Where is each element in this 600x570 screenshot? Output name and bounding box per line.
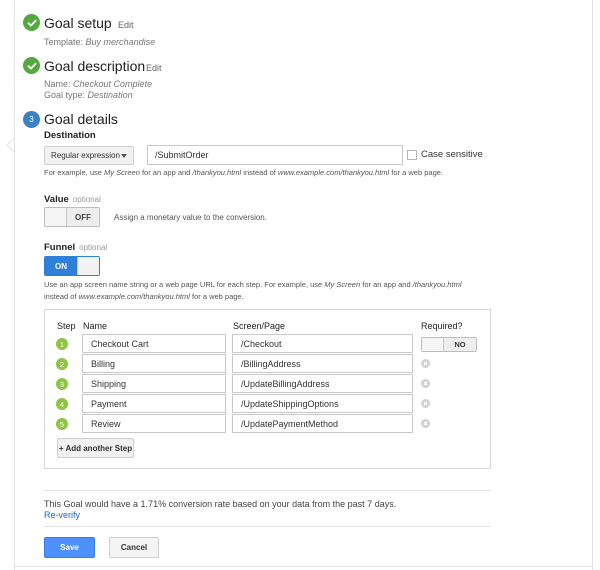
goal-type-label: Goal type: [44,90,86,100]
conversion-summary: This Goal would have a 1.71% conversion … [44,499,397,509]
goal-description-edit-link[interactable]: Edit [146,63,162,73]
funnel-label: Funnel optional [44,242,107,253]
required-toggle-label: NO [444,338,476,351]
goal-type-value: Destination [87,90,133,100]
toggle-knob [422,338,444,351]
match-type-dropdown[interactable]: Regular expression [44,146,134,165]
funnel-help-line1: Use an app screen name string or a web p… [44,280,461,289]
case-sensitive-checkbox[interactable] [407,150,417,160]
optional-tag: optional [79,243,108,252]
help-example: My Screen [324,280,361,289]
funnel-help-line2: instead of www.example.com/thankyou.html… [44,292,244,301]
value-description: Assign a monetary value to the conversio… [114,213,267,222]
step-name-input[interactable]: Payment [82,394,226,413]
step-screen-input[interactable]: /Checkout [232,334,413,353]
match-type-value: Regular expression [51,151,120,160]
panel-bottom-border [14,566,593,567]
check-icon [23,57,40,74]
step-number-4: 4 [56,398,68,410]
funnel-toggle[interactable]: ON [44,256,100,276]
step-screen-input[interactable]: /UpdatePaymentMethod [232,414,413,433]
goal-type: Goal type: Destination [44,90,133,100]
goal-name: Name: Checkout Complete [44,79,152,89]
destination-help: For example, use My Screen for an app an… [44,168,443,177]
help-text: For example, use [44,168,105,177]
step-name-input[interactable]: Review [82,414,226,433]
col-header-screen: Screen/Page [233,321,286,331]
remove-step-icon[interactable] [421,399,430,408]
funnel-label-text: Funnel [44,242,76,253]
goal-setup-template: Template: Buy merchandise [44,37,155,47]
help-example: /thankyou.html [192,168,242,177]
help-example: /thankyou.html [412,280,462,289]
panel-left-border [14,0,15,570]
value-toggle[interactable]: OFF [44,207,100,227]
col-header-step: Step [57,321,76,331]
optional-tag: optional [72,195,101,204]
step-name-input[interactable]: Billing [82,354,226,373]
help-text: instead of [241,168,278,177]
step-number-badge: 3 [23,111,40,128]
destination-label: Destination [44,130,96,141]
step-number-5: 5 [56,418,68,430]
goal-description-title: Goal description [44,58,146,74]
step-name-input[interactable]: Shipping [82,374,226,393]
col-header-required: Required? [421,321,463,331]
step-number-3: 3 [56,378,68,390]
required-toggle[interactable]: NO [421,337,477,352]
step-screen-input[interactable]: /BillingAddress [232,354,413,373]
col-header-name: Name [83,321,108,331]
remove-step-icon[interactable] [421,359,430,368]
help-text: for an app and [139,168,193,177]
step-number-1: 1 [56,338,68,350]
value-toggle-label: OFF [67,208,99,226]
help-example: www.example.com/thankyou.html [277,168,390,177]
help-text: for a web page. [389,168,444,177]
help-text: instead of [44,292,79,301]
goal-name-value: Checkout Complete [73,79,153,89]
help-example: www.example.com/thankyou.html [78,292,190,301]
panel-notch [6,138,15,152]
remove-step-icon[interactable] [421,419,430,428]
goal-setup-title: Goal setup [44,15,112,31]
funnel-toggle-label: ON [45,257,77,275]
cancel-button[interactable]: Cancel [109,537,159,558]
help-text: for an app and [360,280,413,289]
toggle-knob [77,257,99,275]
step-screen-input[interactable]: /UpdateShippingOptions [232,394,413,413]
help-example: My Screen [104,168,140,177]
divider [44,526,491,527]
destination-input[interactable]: /SubmitOrder [147,145,403,165]
step-number-2: 2 [56,358,68,370]
step-screen-input[interactable]: /UpdateBillingAddress [232,374,413,393]
template-value: Buy merchandise [85,37,156,47]
value-label-text: Value [44,194,69,205]
goal-name-label: Name: [44,79,71,89]
value-label: Value optional [44,194,101,205]
case-sensitive-label: Case sensitive [421,149,483,160]
caret-down-icon [121,154,127,158]
panel-right-border [592,0,593,570]
help-text: for a web page. [189,292,244,301]
goal-setup-edit-link[interactable]: Edit [118,20,134,30]
check-icon [23,14,40,31]
step-name-input[interactable]: Checkout Cart [82,334,226,353]
template-label: Template: [44,37,84,47]
help-text: Use an app screen name string or a web p… [44,280,325,289]
toggle-knob [45,208,67,226]
reverify-link[interactable]: Re-verify [44,510,80,520]
add-step-button[interactable]: + Add another Step [57,438,134,458]
save-button[interactable]: Save [44,537,95,558]
remove-step-icon[interactable] [421,379,430,388]
goal-details-title: Goal details [44,111,118,127]
divider [44,490,491,491]
